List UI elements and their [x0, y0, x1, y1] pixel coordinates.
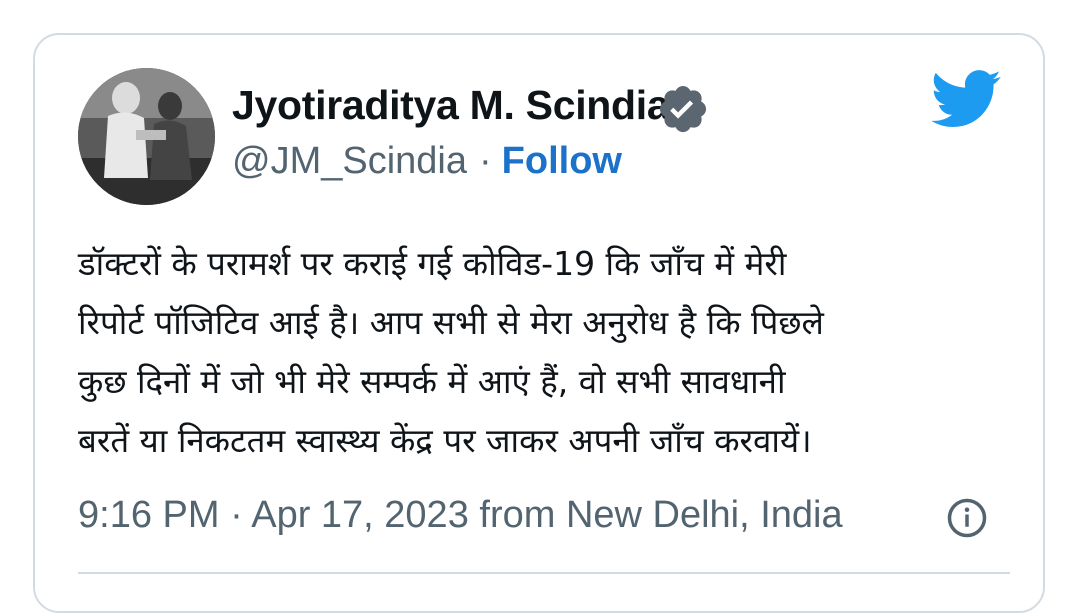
tweet-text: डॉक्टरों के परामर्श पर कराई गई कोविड-19 …: [78, 244, 824, 460]
meta-separator: ·: [230, 494, 243, 536]
tweet-time[interactable]: 9:16 PM: [78, 494, 220, 536]
author-name[interactable]: Jyotiraditya M. Scindia: [232, 82, 670, 129]
tweet-location: from New Delhi, India: [479, 494, 843, 536]
handle-row: @JM_Scindia · Follow: [232, 140, 622, 183]
verified-badge-icon: [659, 85, 707, 133]
avatar-photo: [78, 68, 215, 205]
avatar[interactable]: [78, 68, 215, 205]
tweet-date[interactable]: Apr 17, 2023: [251, 494, 469, 536]
tweet-meta: 9:16 PM · Apr 17, 2023 from New Delhi, I…: [78, 494, 843, 537]
follow-button[interactable]: Follow: [502, 140, 622, 182]
separator: ·: [479, 140, 492, 182]
info-icon[interactable]: [946, 497, 988, 539]
author-handle[interactable]: @JM_Scindia: [232, 140, 467, 182]
divider: [78, 572, 1010, 574]
twitter-bird-icon[interactable]: [932, 68, 1002, 130]
